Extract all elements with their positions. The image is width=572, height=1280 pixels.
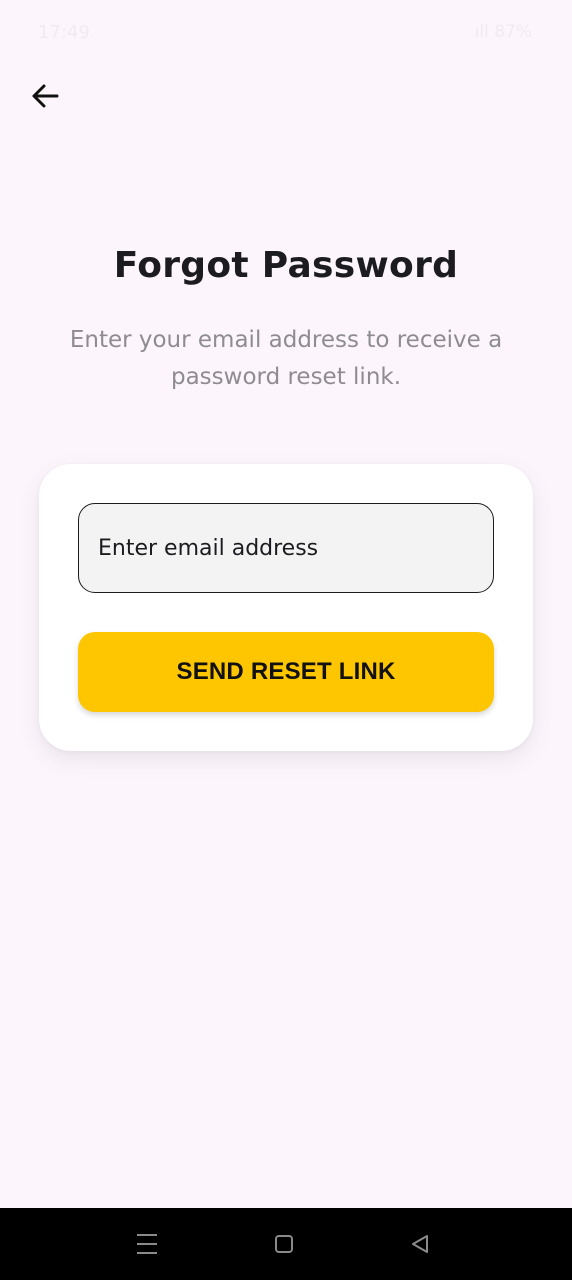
system-nav-bar [0,1208,572,1280]
arrow-left-icon [32,84,59,108]
home-button[interactable] [266,1226,302,1262]
back-button[interactable] [24,76,66,116]
back-triangle-icon [412,1235,428,1253]
send-reset-link-button[interactable]: SEND RESET LINK [78,632,494,712]
home-icon [275,1235,293,1253]
back-nav-button[interactable] [402,1226,438,1262]
forgot-password-screen: 17:49 ıll 87% Forgot Password Enter your… [0,0,572,1280]
recent-apps-button[interactable] [129,1226,165,1262]
status-bar: 17:49 ıll 87% [0,0,572,64]
status-time: 17:49 [38,22,90,43]
page-title: Forgot Password [113,245,459,286]
page-subtitle: Enter your email address to receive a pa… [69,327,503,390]
status-indicators: ıll 87% [474,22,532,42]
menu-icon [137,1234,157,1254]
email-field[interactable] [78,503,494,593]
